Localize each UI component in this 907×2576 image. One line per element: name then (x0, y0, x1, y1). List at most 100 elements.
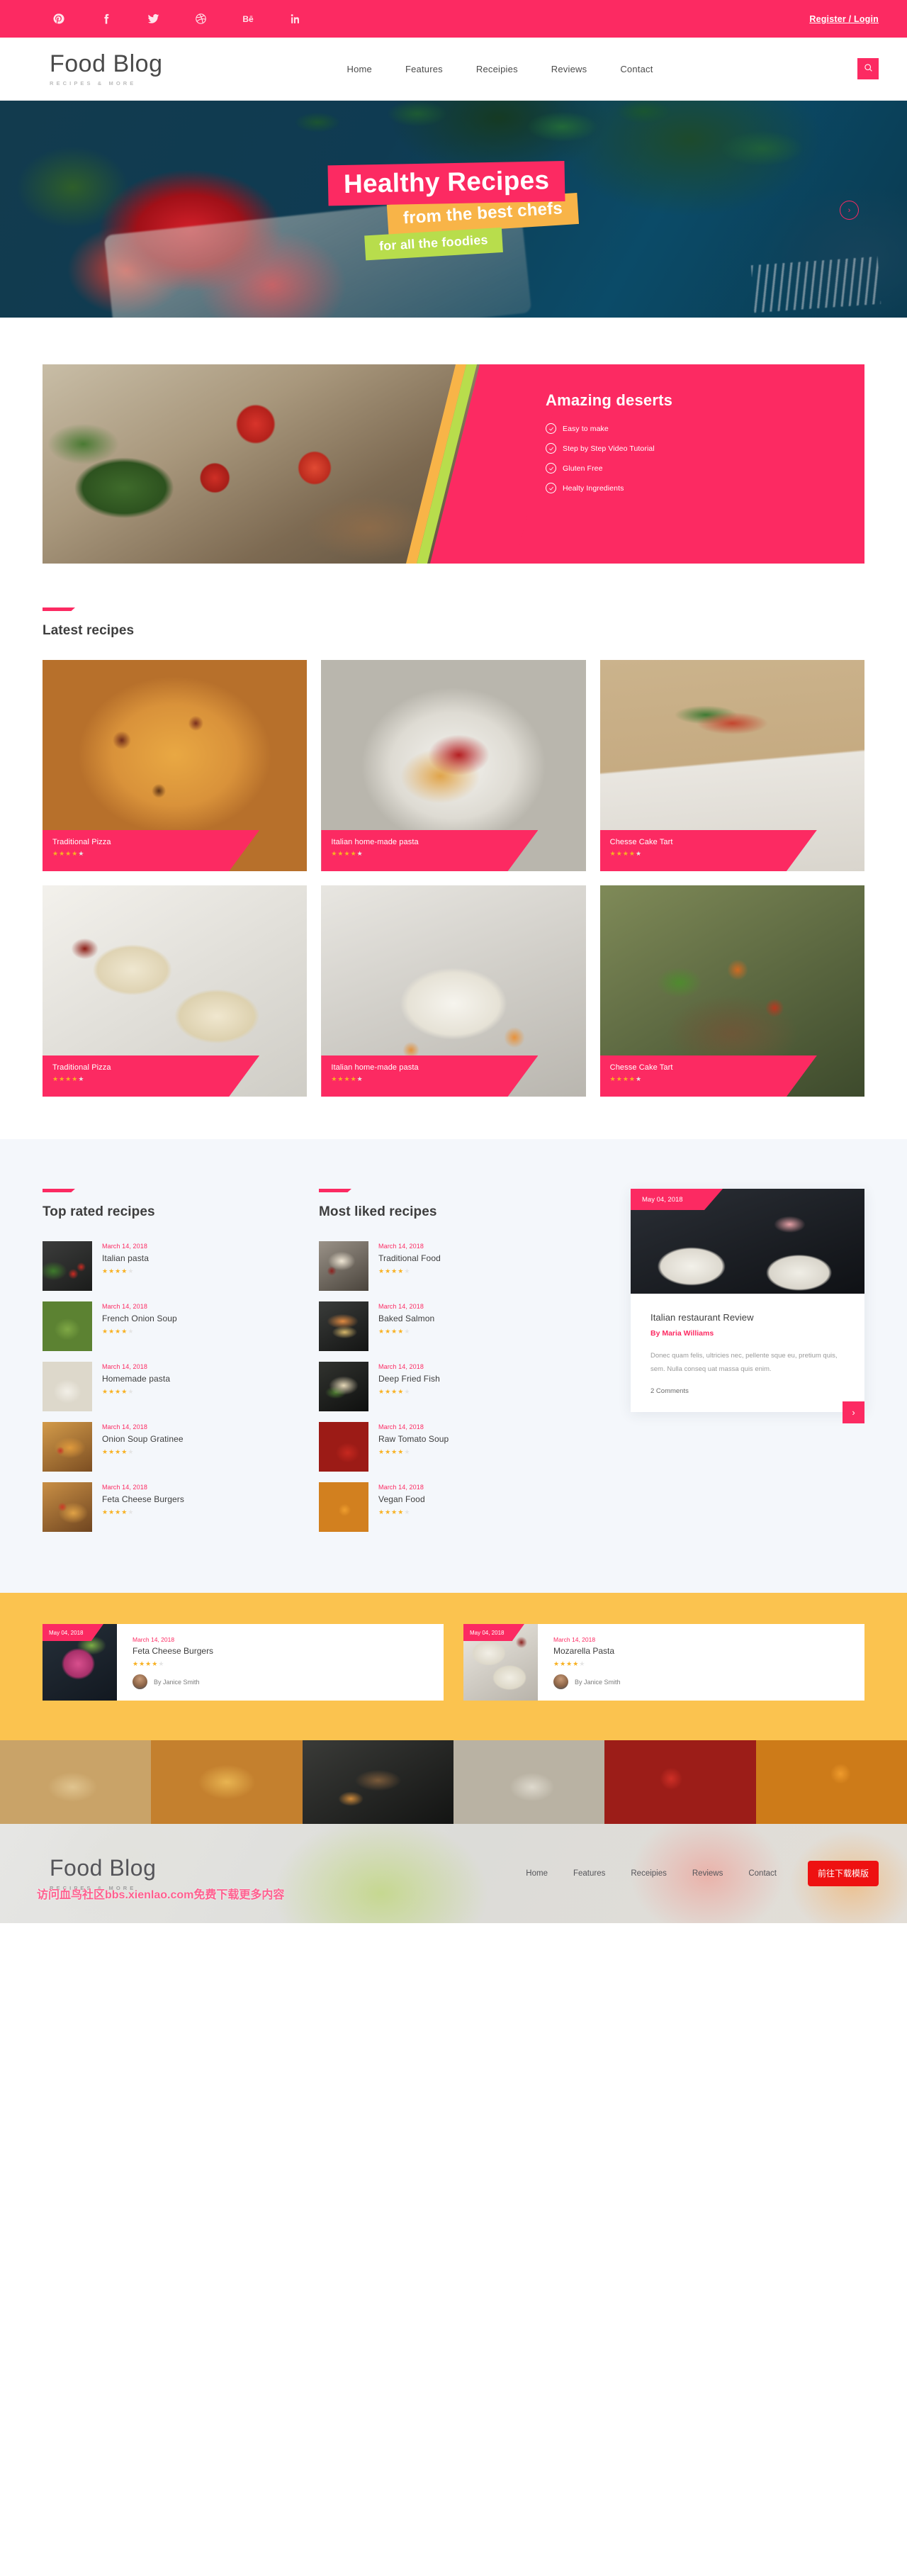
nav-item-home[interactable]: Home (347, 64, 372, 74)
list-item[interactable]: March 14, 2018 Feta Cheese Burgers ★ ★ ★ ★ ★ (43, 1482, 305, 1532)
recipe-date: March 14, 2018 (102, 1423, 147, 1430)
rating-stars: ★ ★ ★ ★ ★ (378, 1388, 410, 1395)
deserts-feature-label: Step by Step Video Tutorial (563, 444, 655, 453)
review-image: May 04, 2018 (631, 1189, 864, 1294)
recipe-thumbnail (319, 1482, 368, 1532)
deserts-feature-label: Healty Ingredients (563, 483, 624, 493)
recipe-date: March 14, 2018 (378, 1363, 424, 1370)
recipe-card[interactable]: Traditional Pizza ★ ★ ★ ★ ★ (43, 660, 308, 871)
footer-nav-item-receipies[interactable]: Receipies (631, 1869, 667, 1878)
download-template-button[interactable]: 前往下载模版 (807, 1860, 879, 1887)
latest-recipes-section: Latest recipes Traditional Pizza ★ ★ ★ ★ ★ I… (0, 607, 907, 1139)
recipe-thumbnail (43, 1301, 92, 1351)
rating-stars: ★ ★ ★ ★ ★ (331, 850, 363, 857)
nav-item-features[interactable]: Features (405, 64, 443, 74)
latest-recipes-grid: Traditional Pizza ★ ★ ★ ★ ★ Italian home-mad… (43, 660, 864, 1097)
check-circle-icon (546, 443, 556, 454)
rating-stars: ★ ★ ★ ★ ★ (133, 1660, 164, 1667)
recipe-thumbnail (319, 1301, 368, 1351)
list-item[interactable]: March 14, 2018 Vegan Food ★ ★ ★ ★ ★ (319, 1482, 581, 1532)
strip-photo[interactable] (151, 1740, 303, 1824)
review-next-arrow-button[interactable]: › (843, 1401, 864, 1423)
strip-photo[interactable] (0, 1740, 152, 1824)
list-item[interactable]: March 14, 2018 French Onion Soup ★ ★ ★ ★ ★ (43, 1301, 305, 1351)
featured-author-row: By Janice Smith (133, 1674, 431, 1689)
deserts-feature-item: Step by Step Video Tutorial (546, 443, 864, 454)
avatar (133, 1674, 147, 1689)
brand-logo[interactable]: Food Blog RECIPES & MORE (50, 52, 163, 86)
featured-date: March 14, 2018 (553, 1636, 596, 1643)
hero-text-block: Healthy Recipes from the best chefs for … (0, 101, 907, 318)
section-title: Most liked recipes (319, 1204, 437, 1219)
nav-item-reviews[interactable]: Reviews (551, 64, 587, 74)
most-liked-column: Most liked recipes March 14, 2018 Tradit… (319, 1189, 581, 1532)
hero-headline: Healthy Recipes (327, 161, 565, 206)
list-item[interactable]: March 14, 2018 Baked Salmon ★ ★ ★ ★ ★ (319, 1301, 581, 1351)
recipe-title: Onion Soup Gratinee (102, 1434, 184, 1444)
behance-icon[interactable]: Bē (241, 12, 255, 26)
recipe-date: March 14, 2018 (102, 1484, 147, 1491)
rating-stars: ★ ★ ★ ★ ★ (331, 1075, 363, 1082)
search-icon (864, 63, 873, 74)
recipe-card[interactable]: Traditional Pizza ★ ★ ★ ★ ★ (43, 885, 308, 1097)
strip-photo[interactable] (302, 1740, 454, 1824)
twitter-icon[interactable] (146, 12, 160, 26)
list-item[interactable]: March 14, 2018 Homemade pasta ★ ★ ★ ★ ★ (43, 1362, 305, 1411)
rating-stars: ★ ★ ★ ★ ★ (378, 1267, 410, 1275)
featured-image: May 04, 2018 (463, 1624, 538, 1701)
linkedin-icon[interactable] (288, 12, 303, 26)
deserts-feature-item: Gluten Free (546, 463, 864, 474)
footer-brand-title: Food Blog (50, 1854, 157, 1881)
footer-nav-item-home[interactable]: Home (526, 1869, 548, 1878)
recipe-date: March 14, 2018 (378, 1484, 424, 1491)
nav-item-receipies[interactable]: Receipies (476, 64, 518, 74)
rating-stars: ★ ★ ★ ★ ★ (102, 1388, 134, 1395)
top-bar: Bē Register / Login (0, 0, 907, 38)
pinterest-icon[interactable] (51, 12, 65, 26)
list-item[interactable]: March 14, 2018 Traditional Food ★ ★ ★ ★ ★ (319, 1241, 581, 1291)
nav-item-contact[interactable]: Contact (620, 64, 653, 74)
review-date-badge: May 04, 2018 (631, 1189, 723, 1210)
footer-nav-item-contact[interactable]: Contact (748, 1869, 777, 1878)
most-liked-list: March 14, 2018 Traditional Food ★ ★ ★ ★ ★ Ma… (319, 1241, 581, 1532)
hero-banner: Healthy Recipes from the best chefs for … (0, 101, 907, 318)
recipe-title: Feta Cheese Burgers (102, 1494, 184, 1504)
dribbble-icon[interactable] (193, 12, 208, 26)
recipe-thumbnail (43, 1482, 92, 1532)
hero-next-arrow-button[interactable]: › (840, 201, 859, 220)
strip-photo[interactable] (453, 1740, 605, 1824)
top-rated-heading: Top rated recipes (43, 1189, 305, 1220)
list-item[interactable]: March 14, 2018 Italian pasta ★ ★ ★ ★ ★ (43, 1241, 305, 1291)
recipe-date: March 14, 2018 (102, 1243, 147, 1250)
most-liked-heading: Most liked recipes (319, 1189, 581, 1220)
rating-stars: ★ ★ ★ ★ ★ (102, 1448, 134, 1455)
recipe-thumbnail (43, 1362, 92, 1411)
register-login-link[interactable]: Register / Login (809, 14, 879, 24)
deserts-text-panel: Amazing deserts Easy to make Step by Ste… (405, 364, 864, 564)
strip-photo[interactable] (755, 1740, 907, 1824)
list-item[interactable]: March 14, 2018 Onion Soup Gratinee ★ ★ ★ ★ ★ (43, 1422, 305, 1472)
search-button[interactable] (857, 58, 879, 79)
recipe-label: Italian home-made pasta ★ ★ ★ ★ ★ (321, 1055, 539, 1097)
avatar (553, 1674, 568, 1689)
recipe-date: March 14, 2018 (378, 1303, 424, 1310)
facebook-icon[interactable] (98, 12, 113, 26)
recipe-card[interactable]: Chesse Cake Tart ★ ★ ★ ★ ★ (599, 660, 864, 871)
strip-photo[interactable] (604, 1740, 756, 1824)
recipe-card[interactable]: Italian home-made pasta ★ ★ ★ ★ ★ (321, 660, 586, 871)
review-title: Italian restaurant Review (650, 1312, 754, 1323)
list-item[interactable]: March 14, 2018 Raw Tomato Soup ★ ★ ★ ★ ★ (319, 1422, 581, 1472)
recipe-title: Traditional Food (378, 1253, 441, 1263)
recipe-card[interactable]: Italian home-made pasta ★ ★ ★ ★ ★ (321, 885, 586, 1097)
featured-review-card[interactable]: May 04, 2018 Italian restaurant Review B… (631, 1189, 864, 1423)
featured-card[interactable]: May 04, 2018 March 14, 2018 Mozarella Pa… (463, 1624, 864, 1701)
photo-strip (0, 1740, 907, 1824)
recipe-card[interactable]: Chesse Cake Tart ★ ★ ★ ★ ★ (599, 885, 864, 1097)
recipe-thumbnail (43, 1241, 92, 1291)
rating-stars: ★ ★ ★ ★ ★ (102, 1267, 134, 1275)
featured-card[interactable]: May 04, 2018 March 14, 2018 Feta Cheese … (43, 1624, 444, 1701)
list-item[interactable]: March 14, 2018 Deep Fried Fish ★ ★ ★ ★ ★ (319, 1362, 581, 1411)
footer-nav-item-reviews[interactable]: Reviews (692, 1869, 723, 1878)
heading-rule (43, 607, 75, 611)
footer-nav-item-features[interactable]: Features (573, 1869, 605, 1878)
